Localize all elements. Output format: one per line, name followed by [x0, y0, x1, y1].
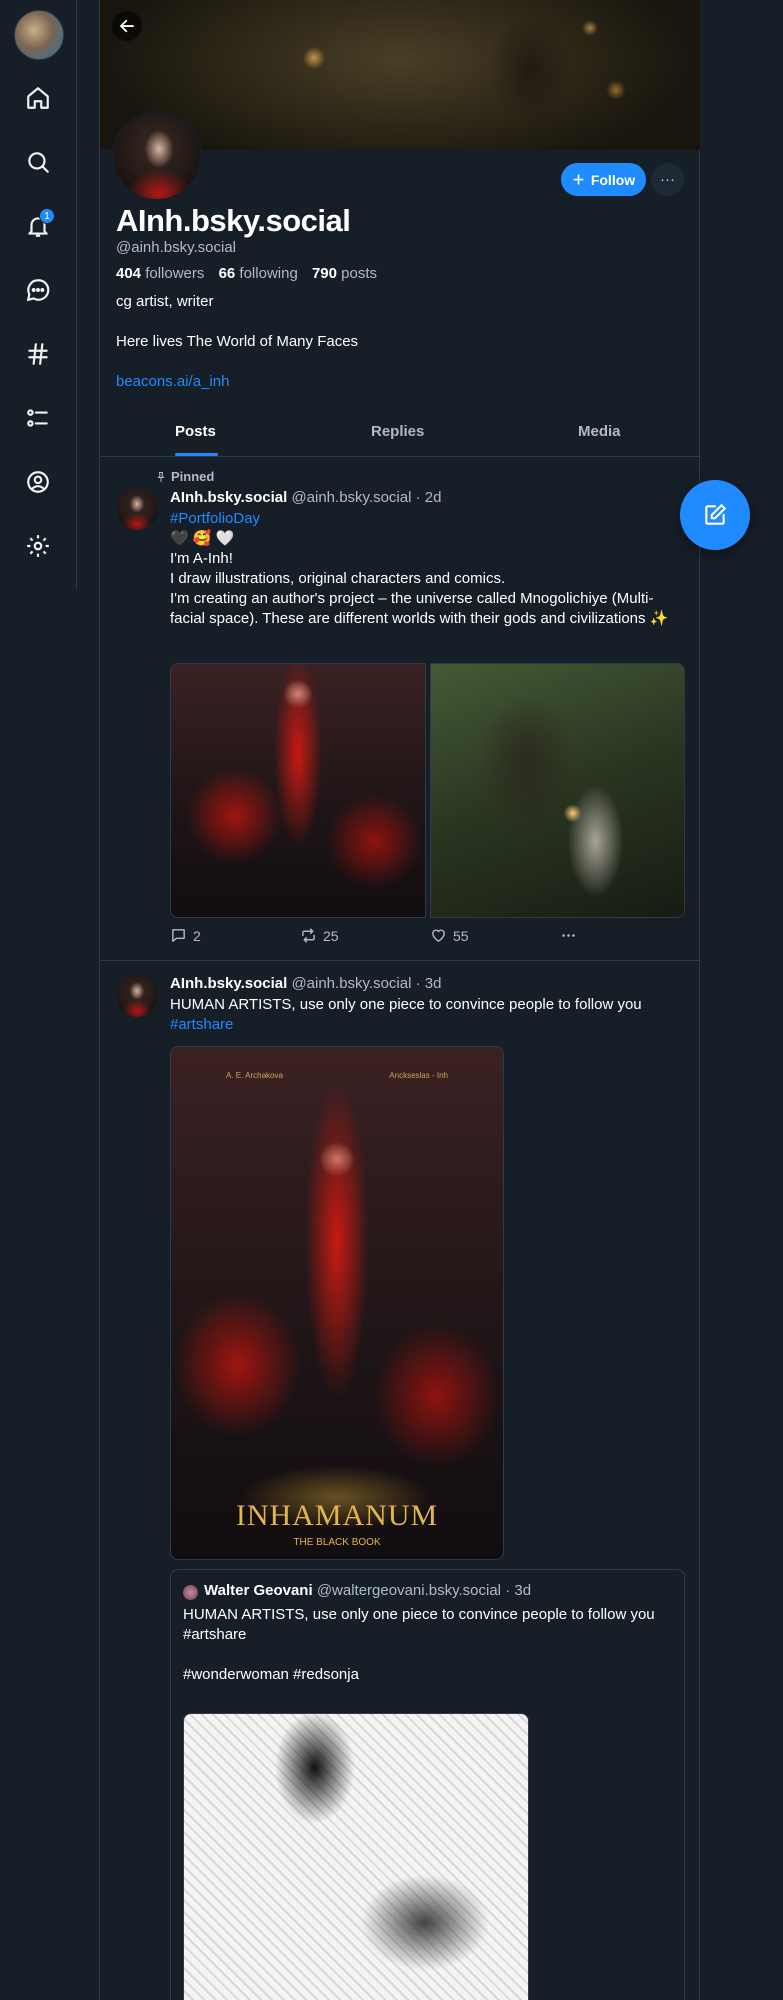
profile-icon — [27, 471, 49, 493]
post-handle[interactable]: @ainh.bsky.social — [291, 975, 411, 992]
search-icon — [28, 152, 49, 173]
pinned-indicator: Pinned — [155, 469, 214, 484]
active-tab-indicator — [175, 453, 218, 456]
nav-settings[interactable] — [22, 530, 54, 562]
left-nav: 1 — [0, 0, 77, 590]
notifications-badge: 1 — [39, 208, 55, 224]
quoted-post-text: HUMAN ARTISTS, use only one piece to con… — [183, 1606, 655, 1623]
post-image[interactable] — [170, 663, 426, 918]
profile-stats: 404 followers 66 following 790 posts — [116, 265, 377, 282]
post-more-button[interactable] — [560, 927, 577, 944]
quoted-post-image[interactable] — [183, 1713, 529, 2000]
repost-button[interactable]: 25 — [300, 927, 339, 944]
quoted-post-handle: @waltergeovani.bsky.social — [316, 1582, 502, 1599]
follow-label: Follow — [590, 171, 636, 188]
post-author[interactable]: AInh.bsky.social — [170, 489, 287, 506]
profile-avatar[interactable] — [112, 111, 202, 201]
post-header: AInh.bsky.social @ainh.bsky.social · 3d — [170, 975, 441, 992]
bio-line: cg artist, writer — [116, 293, 214, 310]
arrow-left-icon — [120, 19, 134, 33]
post-body: HUMAN ARTISTS, use only one piece to con… — [170, 995, 670, 1035]
following-stat[interactable]: 66 following — [219, 265, 298, 282]
nav-feeds[interactable] — [22, 338, 54, 370]
quoted-post[interactable]: Walter Geovani @waltergeovani.bsky.socia… — [170, 1569, 685, 2000]
post-image[interactable]: A. E. Archakova Anckseslas - Inh INHAMAN… — [170, 1046, 504, 1560]
bio-link[interactable]: beacons.ai/a_inh — [116, 373, 229, 390]
post-avatar[interactable] — [116, 488, 158, 530]
followers-stat[interactable]: 404 followers — [116, 265, 204, 282]
post-hashtag[interactable]: #PortfolioDay — [170, 509, 670, 529]
hashtag-icon — [28, 343, 48, 365]
post-image[interactable] — [430, 663, 685, 918]
post-text-line: I draw illustrations, original character… — [170, 570, 506, 587]
post-time[interactable]: · 3d — [416, 975, 442, 992]
reply-button[interactable]: 2 — [170, 927, 201, 944]
heart-icon — [432, 929, 445, 942]
post-divider — [100, 960, 700, 961]
back-button[interactable] — [112, 11, 142, 41]
like-count: 55 — [453, 927, 469, 944]
bio-line: Here lives The World of Many Faces — [116, 333, 359, 350]
quoted-post-tag: #artshare — [183, 1626, 247, 1643]
artwork-credits: A. E. Archakova Anckseslas - Inh — [226, 1071, 448, 1080]
tab-replies[interactable]: Replies — [371, 423, 424, 440]
ellipsis-icon — [562, 934, 575, 937]
reply-count: 2 — [193, 927, 201, 944]
nav-search[interactable] — [22, 146, 54, 178]
quoted-post-tag: #wonderwoman #redsonja — [183, 1666, 359, 1683]
post-avatar[interactable] — [116, 975, 158, 1017]
artwork-title: INHAMANUM — [235, 1499, 439, 1532]
tab-media[interactable]: Media — [578, 423, 621, 440]
reply-icon — [172, 929, 185, 942]
artwork-subtitle: THE BLACK BOOK — [293, 1537, 381, 1548]
quoted-post-time: · 3d — [505, 1582, 532, 1599]
post-emoji-line: 🖤 🥰 🤍 — [170, 530, 235, 547]
post-body: #PortfolioDay 🖤 🥰 🤍 I'm A-Inh! I draw il… — [170, 509, 670, 629]
quoted-post-body: HUMAN ARTISTS, use only one piece to con… — [183, 1605, 663, 1685]
profile-column: Follow ··· AInh.bsky.social @ainh.bsky.s… — [99, 0, 700, 2000]
pin-icon — [157, 471, 165, 482]
post-text-line: I'm A-Inh! — [170, 550, 233, 567]
current-user-avatar[interactable] — [14, 10, 64, 60]
post-text-line: HUMAN ARTISTS, use only one piece to con… — [170, 996, 642, 1013]
chat-icon — [26, 279, 50, 302]
quoted-post-author: Walter Geovani — [204, 1582, 313, 1599]
list-icon — [27, 409, 48, 427]
post-time[interactable]: · 2d — [416, 489, 442, 506]
nav-notifications[interactable]: 1 — [22, 208, 55, 242]
home-icon — [27, 87, 49, 109]
profile-more-button[interactable]: ··· — [651, 163, 684, 196]
nav-profile[interactable] — [22, 466, 54, 498]
post-text-line: I'm creating an author's project – the u… — [170, 590, 669, 627]
compose-button[interactable] — [680, 480, 750, 550]
display-name: AInh.bsky.social — [116, 203, 351, 238]
quoted-post-avatar — [183, 1585, 198, 1600]
gear-icon — [27, 535, 49, 557]
profile-handle: @ainh.bsky.social — [116, 239, 236, 256]
post-header: AInh.bsky.social @ainh.bsky.social · 2d — [170, 489, 441, 506]
profile-tabs: Posts Replies Media — [100, 415, 700, 457]
repost-icon — [302, 928, 315, 943]
post-handle[interactable]: @ainh.bsky.social — [291, 489, 411, 506]
like-button[interactable]: 55 — [430, 927, 469, 944]
nav-chat[interactable] — [22, 274, 54, 306]
quoted-post-header: Walter Geovani @waltergeovani.bsky.socia… — [204, 1582, 531, 1599]
nav-lists[interactable] — [22, 402, 54, 434]
repost-count: 25 — [323, 927, 339, 944]
posts-stat: 790 posts — [311, 265, 378, 282]
post-author[interactable]: AInh.bsky.social — [170, 975, 287, 992]
tab-posts[interactable]: Posts — [175, 423, 216, 440]
follow-button[interactable]: Follow — [561, 163, 646, 196]
compose-icon — [705, 504, 726, 525]
post-hashtag[interactable]: #artshare — [170, 1015, 670, 1035]
plus-icon — [573, 174, 584, 185]
nav-home[interactable] — [22, 82, 54, 114]
